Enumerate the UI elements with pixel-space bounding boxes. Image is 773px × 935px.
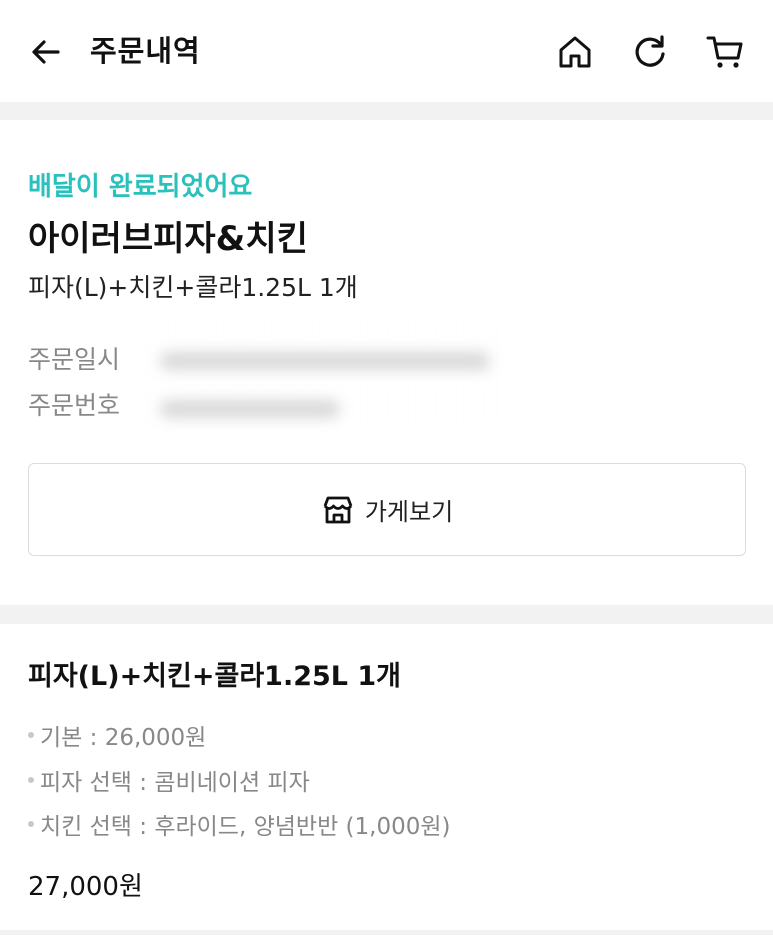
home-button[interactable]: [553, 30, 597, 74]
cart-button[interactable]: [703, 30, 747, 74]
page-title: 주문내역: [90, 34, 201, 68]
list-item: 피자 선택 : 콤비네이션 피자: [28, 763, 310, 797]
top-app-bar: 주문내역: [0, 0, 773, 102]
option-text: 기본 : 26,000원: [40, 725, 207, 751]
delivery-status: 배달이 완료되었어요: [28, 172, 253, 202]
option-text: 치킨 선택 : 후라이드, 양념반반 (1,000원): [40, 814, 451, 840]
order-detail-card: 배달이 완료되었어요 아이러브피자&치킨 피자(L)+치킨+콜라1.25L 1개…: [0, 120, 773, 605]
list-item: 기본 : 26,000원: [28, 718, 206, 752]
bullet-icon: [28, 777, 34, 783]
view-store-button[interactable]: 가게보기: [28, 463, 746, 556]
order-summary: 피자(L)+치킨+콜라1.25L 1개: [28, 273, 358, 302]
back-button[interactable]: [24, 30, 68, 74]
bullet-icon: [28, 821, 34, 827]
order-number-label: 주문번호: [28, 391, 121, 420]
redacted-order-date: [160, 352, 490, 370]
item-total-price: 27,000원: [28, 872, 143, 902]
bullet-icon: [28, 732, 34, 738]
refresh-button[interactable]: [628, 30, 672, 74]
redacted-order-number: [160, 400, 340, 418]
list-item: 치킨 선택 : 후라이드, 양념반반 (1,000원): [28, 807, 451, 841]
store-name: 아이러브피자&치킨: [28, 219, 308, 259]
order-date-label: 주문일시: [28, 345, 121, 374]
refresh-icon: [635, 35, 665, 67]
order-item-card: 피자(L)+치킨+콜라1.25L 1개 기본 : 26,000원 피자 선택 :…: [0, 624, 773, 930]
view-store-label: 가게보기: [364, 498, 454, 526]
home-icon: [559, 36, 591, 68]
cart-icon: [706, 36, 743, 68]
arrow-left-icon: [32, 40, 60, 64]
option-text: 피자 선택 : 콤비네이션 피자: [40, 770, 310, 796]
item-title: 피자(L)+치킨+콜라1.25L 1개: [28, 661, 402, 692]
store-icon: [323, 496, 353, 523]
